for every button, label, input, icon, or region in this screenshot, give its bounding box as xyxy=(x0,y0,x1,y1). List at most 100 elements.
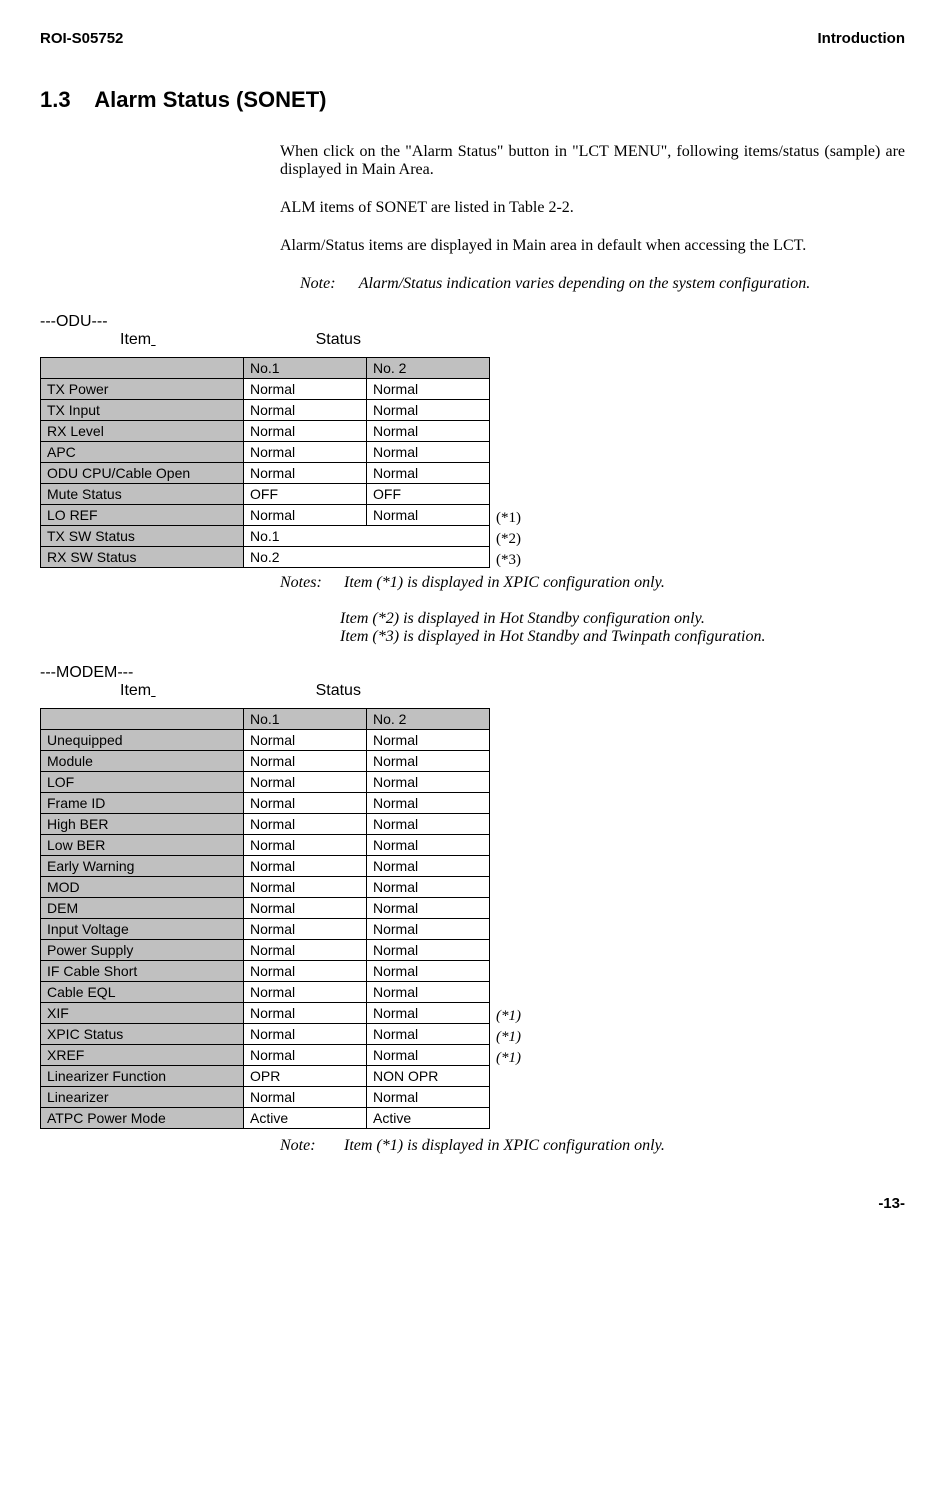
row-label: Low BER xyxy=(41,835,244,856)
cell-value: Normal xyxy=(244,982,367,1003)
cell-value: Normal xyxy=(367,835,490,856)
row-annotation: (*2) xyxy=(496,529,521,550)
row-label: ODU CPU/Cable Open xyxy=(41,463,244,484)
cell-value: Normal xyxy=(367,856,490,877)
note: Note: Alarm/Status indication varies dep… xyxy=(300,275,905,293)
note-text: Alarm/Status indication varies depending… xyxy=(359,275,811,292)
cell-value: Normal xyxy=(244,919,367,940)
row-label: RX SW Status xyxy=(41,547,244,568)
cell-value: Normal xyxy=(367,940,490,961)
note-label: Note: xyxy=(300,275,355,293)
cell-value: Active xyxy=(367,1108,490,1129)
paragraph: When click on the "Alarm Status" button … xyxy=(280,143,905,179)
group-odu-label: ---ODU--- xyxy=(40,313,905,331)
row-label: Linearizer Function xyxy=(41,1066,244,1087)
row-label: Input Voltage xyxy=(41,919,244,940)
notes-label: Notes: xyxy=(280,574,340,592)
row-annotation: (*1) xyxy=(496,1048,521,1069)
cell-value: Normal xyxy=(367,1087,490,1108)
modem-table: No.1No. 2UnequippedNormalNormalModuleNor… xyxy=(40,708,905,1135)
row-label: ATPC Power Mode xyxy=(41,1108,244,1129)
row-label: TX Power xyxy=(41,379,244,400)
column-labels: Item Status xyxy=(40,331,905,349)
cell-value: OFF xyxy=(367,484,490,505)
row-label: Cable EQL xyxy=(41,982,244,1003)
row-annotation: (*1) xyxy=(496,1027,521,1048)
cell-value: Normal xyxy=(244,814,367,835)
row-label: MOD xyxy=(41,877,244,898)
row-annotation: (*1) xyxy=(496,1006,521,1027)
odu-table: No.1No. 2TX PowerNormalNormalTX InputNor… xyxy=(40,357,905,574)
item-col-label: Item xyxy=(120,331,151,349)
cell-value: Normal xyxy=(367,1003,490,1024)
cell-value: Normal xyxy=(244,940,367,961)
section-title: 1.3 Alarm Status (SONET) xyxy=(40,87,905,113)
cell-value: Normal xyxy=(367,961,490,982)
column-labels: Item Status xyxy=(40,682,905,700)
item-col-label: Item xyxy=(120,682,151,700)
doc-section: Introduction xyxy=(818,30,905,47)
row-label: Mute Status xyxy=(41,484,244,505)
modem-note: Note: Item (*1) is displayed in XPIC con… xyxy=(280,1137,905,1155)
cell-value: Normal xyxy=(367,379,490,400)
cell-value: Normal xyxy=(367,898,490,919)
row-label: LO REF xyxy=(41,505,244,526)
row-label: Module xyxy=(41,751,244,772)
row-label: TX SW Status xyxy=(41,526,244,547)
cell-value: Active xyxy=(244,1108,367,1129)
row-label: RX Level xyxy=(41,421,244,442)
cell-value: OFF xyxy=(244,484,367,505)
cell-value: Normal xyxy=(244,421,367,442)
row-label: Early Warning xyxy=(41,856,244,877)
cell-value: Normal xyxy=(367,982,490,1003)
cell-value: Normal xyxy=(244,1003,367,1024)
cell-value: NON OPR xyxy=(367,1066,490,1087)
cell-value: Normal xyxy=(244,877,367,898)
cell-value: Normal xyxy=(367,814,490,835)
status-col-label: Status xyxy=(316,682,361,700)
row-label: DEM xyxy=(41,898,244,919)
cell-value: Normal xyxy=(367,772,490,793)
row-annotation: (*3) xyxy=(496,550,521,571)
cell-value: Normal xyxy=(367,442,490,463)
cell-value: Normal xyxy=(367,1024,490,1045)
row-label: Frame ID xyxy=(41,793,244,814)
cell-value: Normal xyxy=(244,379,367,400)
odu-note-line: Item (*1) is displayed in XPIC configura… xyxy=(344,574,665,591)
row-label: Unequipped xyxy=(41,730,244,751)
cell-value: Normal xyxy=(244,898,367,919)
cell-value: Normal xyxy=(244,751,367,772)
row-label: XIF xyxy=(41,1003,244,1024)
status-col-label: Status xyxy=(316,331,361,349)
cell-value: Normal xyxy=(244,1024,367,1045)
paragraph: Alarm/Status items are displayed in Main… xyxy=(280,237,905,255)
section-number: 1.3 xyxy=(40,87,71,112)
odu-note-line: Item (*3) is displayed in Hot Standby an… xyxy=(340,628,905,646)
cell-value: Normal xyxy=(244,400,367,421)
col-header: No.1 xyxy=(244,358,367,379)
cell-value: Normal xyxy=(367,463,490,484)
cell-value: Normal xyxy=(244,505,367,526)
cell-value: No.2 xyxy=(244,547,490,568)
cell-value: Normal xyxy=(367,793,490,814)
cell-value: Normal xyxy=(244,961,367,982)
cell-value: Normal xyxy=(244,772,367,793)
col-header: No. 2 xyxy=(367,709,490,730)
odu-note-line: Item (*2) is displayed in Hot Standby co… xyxy=(340,610,905,628)
modem-note-text: Item (*1) is displayed in XPIC configura… xyxy=(344,1137,665,1154)
row-label: Power Supply xyxy=(41,940,244,961)
cell-value: Normal xyxy=(367,877,490,898)
note-label: Note: xyxy=(280,1137,340,1155)
cell-value: Normal xyxy=(367,505,490,526)
row-label: LOF xyxy=(41,772,244,793)
cell-value: Normal xyxy=(367,400,490,421)
cell-value: Normal xyxy=(244,442,367,463)
cell-value: No.1 xyxy=(244,526,490,547)
row-label: Linearizer xyxy=(41,1087,244,1108)
row-label: TX Input xyxy=(41,400,244,421)
row-label: IF Cable Short xyxy=(41,961,244,982)
cell-value: Normal xyxy=(244,1045,367,1066)
cell-value: Normal xyxy=(244,1087,367,1108)
row-label: APC xyxy=(41,442,244,463)
paragraph: ALM items of SONET are listed in Table 2… xyxy=(280,199,905,217)
